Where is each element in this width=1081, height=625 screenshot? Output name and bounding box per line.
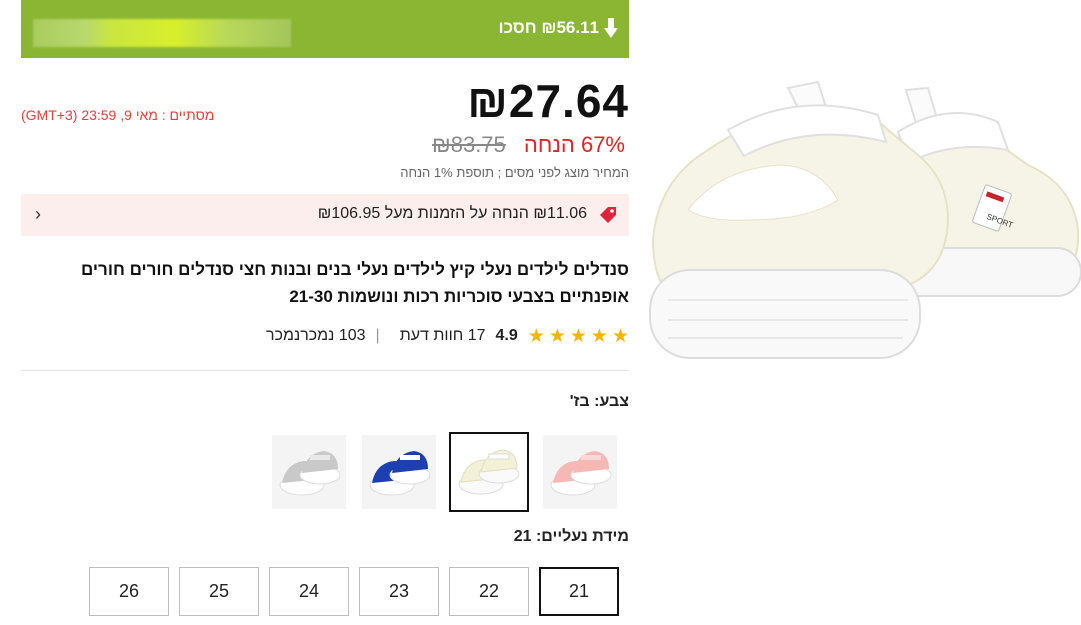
sale-countdown: מסתיים : מאי 9, 23:59 (GMT+3)	[21, 107, 215, 123]
color-swatch-grey[interactable]	[272, 435, 346, 509]
color-swatch-blue[interactable]	[362, 435, 436, 509]
star-icon: ★	[569, 325, 587, 347]
current-price: ₪27.64	[467, 75, 629, 127]
size-option-24[interactable]: 24	[269, 567, 349, 616]
product-image[interactable]: SPORT	[648, 70, 1081, 380]
tag-icon	[600, 207, 616, 223]
size-option-25[interactable]: 25	[179, 567, 259, 616]
original-price-row: 67% הנחה ₪83.75	[432, 132, 625, 158]
down-arrow-icon	[604, 18, 618, 38]
reviews-link[interactable]: 17 חוות דעת	[400, 327, 486, 345]
tax-note: המחיר מוצג לפני מסים ; תוספת 1% הנחה	[400, 165, 629, 180]
savings-text: ₪56.11 חסכו	[498, 18, 599, 37]
divider	[21, 370, 629, 371]
color-swatch-pink[interactable]	[543, 435, 617, 509]
color-label: צבע: בז'	[569, 393, 629, 410]
sandal-thumbnail-blue	[362, 435, 436, 509]
size-option-21[interactable]: 21	[539, 567, 619, 616]
blurred-banner-content	[33, 19, 291, 47]
coupon-bar[interactable]: ₪11.06 הנחה על הזמנות מעל ₪106.95 ›	[21, 194, 629, 236]
separator: |	[375, 327, 380, 344]
color-swatch-beige[interactable]	[449, 432, 529, 512]
size-label: מידת נעליים: 21	[513, 528, 629, 545]
sandal-thumbnail-beige	[451, 434, 527, 510]
savings-banner: ₪56.11 חסכו	[21, 0, 629, 58]
color-swatches	[272, 432, 618, 512]
size-option-22[interactable]: 22	[449, 567, 529, 616]
original-price: ₪83.75	[432, 132, 506, 157]
chevron-right-icon[interactable]: ›	[35, 204, 41, 225]
sandal-thumbnail-grey	[272, 435, 346, 509]
sandal-thumbnail-pink	[543, 435, 617, 509]
sold-count: 103 נמכרנמכר	[266, 327, 366, 344]
rating-row: ★ ★ ★ ★ ★ 4.9 17 חוות דעת | 103 נמכרנמכר	[266, 325, 629, 347]
rating-score: 4.9	[495, 327, 518, 344]
product-title: סנדלים לילדים נעלי קיץ לילדים נעלי בנים …	[81, 260, 629, 306]
size-option-26[interactable]: 26	[89, 567, 169, 616]
star-icon: ★	[611, 325, 629, 347]
coupon-text: ₪11.06 הנחה על הזמנות מעל ₪106.95	[317, 205, 587, 222]
size-option-23[interactable]: 23	[359, 567, 439, 616]
discount-percent: 67% הנחה	[523, 132, 625, 157]
star-icon: ★	[527, 325, 545, 347]
star-icon: ★	[548, 325, 566, 347]
star-icon: ★	[590, 325, 608, 347]
star-rating: ★ ★ ★ ★ ★	[528, 327, 629, 346]
